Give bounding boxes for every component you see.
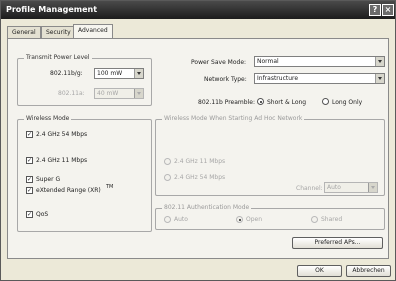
window-title: Profile Management [6,5,98,14]
auth-auto-radio[interactable] [164,216,171,223]
auth-open-radio[interactable] [236,216,243,223]
close-button[interactable]: × [382,4,394,16]
preamble-short-long-label: Short & Long [267,99,307,106]
tab-advanced[interactable]: Advanced [73,24,113,38]
qos-label: QoS [36,211,49,218]
preamble-short-long-radio[interactable] [257,98,264,105]
cancel-button[interactable]: Abbrechen [346,265,391,277]
auth-shared-radio[interactable] [311,216,318,223]
xr-label: eXtended Range (XR) [36,187,101,194]
power-save-select[interactable]: Normal [254,56,385,67]
wireless-mode-legend: Wireless Mode [24,115,72,122]
adhoc-54-label: 2.4 GHz 54 Mbps [174,174,226,181]
chevron-down-icon [134,69,143,78]
wireless-mode-group: Wireless Mode ✓ 2.4 GHz 54 Mbps ✓ 2.4 GH… [17,115,152,232]
power-save-value: Normal [257,58,279,65]
b-label: 802.11b/g: [50,70,83,77]
preamble-long-only-label: Long Only [332,99,363,106]
a-power-select[interactable]: 40 mW [94,88,144,99]
mode-54-checkbox[interactable]: ✓ [26,131,33,138]
preferred-aps-button[interactable]: Preferred APs... [292,237,383,249]
ok-button[interactable]: OK [297,265,342,277]
b-power-value: 100 mW [97,70,123,77]
transmit-power-legend: Transmit Power Level [24,54,92,61]
super-g-checkbox[interactable]: ✓ [26,176,33,183]
tab-security[interactable]: Security [41,26,76,38]
chevron-down-icon [375,57,384,66]
advanced-panel: Transmit Power Level 802.11b/g: 100 mW 8… [7,38,389,259]
power-save-label: Power Save Mode: [191,59,247,66]
super-g-label: Super G [36,176,61,183]
channel-select[interactable]: Auto [324,182,378,193]
title-bar: Profile Management ? × [1,1,395,19]
adhoc-11-radio[interactable] [164,158,171,165]
auth-open-label: Open [246,216,263,223]
mode-11-checkbox[interactable]: ✓ [26,157,33,164]
auth-mode-group: 802.11 Authentication Mode Auto Open Sha… [155,204,385,230]
b-power-select[interactable]: 100 mW [94,68,144,79]
adhoc-mode-group: Wireless Mode When Starting Ad Hoc Netwo… [155,115,385,196]
chevron-down-icon [134,89,143,98]
trademark-mark: TM [106,184,114,190]
preamble-label: 802.11b Preamble: [198,99,255,106]
a-label: 802.11a: [58,90,85,97]
auth-shared-label: Shared [321,216,343,223]
adhoc-mode-legend: Wireless Mode When Starting Ad Hoc Netwo… [162,115,305,122]
auth-auto-label: Auto [174,216,188,223]
tab-general[interactable]: General [7,26,41,38]
a-power-value: 40 mW [97,90,119,97]
transmit-power-group: Transmit Power Level 802.11b/g: 100 mW 8… [17,54,152,106]
chevron-down-icon [375,74,384,83]
qos-checkbox[interactable]: ✓ [26,211,33,218]
chevron-down-icon [368,183,377,192]
preamble-long-only-radio[interactable] [322,98,329,105]
network-type-label: Network Type: [204,76,247,83]
mode-54-label: 2.4 GHz 54 Mbps [36,131,88,138]
network-type-select[interactable]: Infrastructure [254,73,385,84]
channel-value: Auto [327,184,341,191]
adhoc-54-radio[interactable] [164,174,171,181]
mode-11-label: 2.4 GHz 11 Mbps [36,157,88,164]
auth-mode-legend: 802.11 Authentication Mode [162,204,252,211]
network-type-value: Infrastructure [257,75,299,82]
help-button[interactable]: ? [369,4,381,16]
profile-management-window: Profile Management ? × General Security … [0,0,396,281]
adhoc-11-label: 2.4 GHz 11 Mbps [174,158,226,165]
xr-checkbox[interactable]: ✓ [26,187,33,194]
channel-label: Channel: [296,185,323,192]
